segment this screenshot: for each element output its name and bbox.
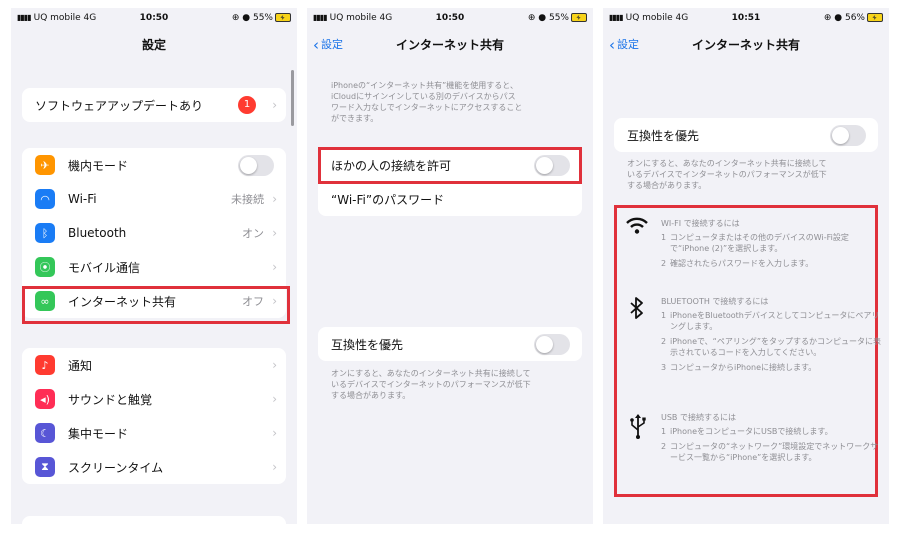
lock-icon: ● [538,13,547,23]
chevron-right-icon: › [272,460,277,474]
compat-toggle[interactable] [534,333,570,355]
wifi-instructions: WI-FI で接続するには 1 コンピュータまたはその他のデバイスのWi-Fi設定… [661,218,881,269]
settings-item-label: サウンドと触覚 [68,392,153,407]
list-item: 2 iPhoneで、“ペアリング”をタップするかコンピュータに表示されているコード… [661,337,881,357]
speaker-icon: ◂) [35,389,55,409]
compat-toggle[interactable] [830,124,866,146]
wifi-icon: ◠ [35,189,55,209]
status-bar: ▮▮▮▮ UQ mobile 4G 10:51 ⊕ ● 56% [603,8,889,30]
chevron-right-icon: › [272,192,277,206]
battery-icon [275,13,291,22]
moon-icon: ☾ [35,423,55,443]
usb-icon [629,412,647,445]
chevron-right-icon: › [272,358,277,372]
wifi-password-label: “Wi-Fi”のパスワード [331,192,445,207]
battery-percent: 55% [548,13,569,23]
list-item: 3 コンピュータからiPhoneに接続します。 [661,363,817,372]
nav-bar: ‹ 設定 インターネット共有 [307,34,593,54]
compat-label: 互換性を優先 [331,337,404,352]
next-group-peek [22,516,286,524]
software-update-row[interactable]: ソフトウェアアップデートあり 1 › [22,88,286,122]
battery-icon [867,13,883,22]
battery-icon [571,13,587,22]
section-heading: BLUETOOTH で接続するには [661,297,769,306]
settings-item-bluetooth[interactable]: ᛒ Bluetooth オン › [22,216,286,250]
section-heading: USB で接続するには [661,413,736,422]
status-bar: ▮▮▮▮ UQ mobile 4G 10:50 ⊕ ● 55% [11,8,297,30]
settings-item-value: 未接続 [231,193,264,206]
bell-icon: ♪ [35,355,55,375]
compat-group: 互換性を優先 [318,327,582,361]
hotspot-screen: ▮▮▮▮ UQ mobile 4G 10:50 ⊕ ● 55% ‹ 設定 インターネ… [307,8,593,524]
location-icon: ⊕ [231,13,240,23]
compat-label: 互換性を優先 [627,128,700,143]
list-item: 2 コンピュータの“ネットワーク”環境設定でネットワークサービス一覧から“iPho… [661,442,879,462]
bluetooth-instructions: BLUETOOTH で接続するには 1 iPhoneをBluetoothデバイスと… [661,296,881,373]
settings-item-label: 集中モード [68,426,129,441]
bluetooth-icon [629,296,645,325]
settings-item-label: Bluetooth [68,226,127,240]
settings-item-label: 機内モード [68,158,129,173]
settings-screen: ▮▮▮▮ UQ mobile 4G 10:50 ⊕ ● 55% 設定 ソフトウェア… [11,8,297,524]
bluetooth-icon: ᛒ [35,223,55,243]
settings-item-notifications[interactable]: ♪ 通知 › [22,348,286,382]
battery-percent: 56% [844,13,865,23]
software-update-label: ソフトウェアアップデートあり [35,98,204,113]
section-heading: WI-FI で接続するには [661,219,740,228]
page-title: インターネット共有 [395,38,504,52]
chevron-right-icon: › [272,260,277,274]
hotspot-instructions-screen: ▮▮▮▮ UQ mobile 4G 10:51 ⊕ ● 56% ‹ 設定 インターネ… [603,8,889,524]
antenna-icon: ⦿ [35,257,55,277]
status-bar: ▮▮▮▮ UQ mobile 4G 10:50 ⊕ ● 55% [307,8,593,30]
chevron-right-icon: › [272,426,277,440]
settings-item-airplane[interactable]: ✈ 機内モード [22,148,286,182]
notifications-group: ♪ 通知 › ◂) サウンドと触覚 › ☾ 集中モード › ⧗ スクリーンタイム… [22,348,286,484]
settings-item-label: スクリーンタイム [68,460,164,475]
battery-percent: 55% [252,13,273,23]
compat-row: 互換性を優先 [318,327,582,361]
location-icon: ⊕ [823,13,832,23]
scrollbar[interactable] [291,70,294,126]
hotspot-intro: iPhoneの“インターネット共有”機能を使用すると、 iCloudにサインイン… [331,81,523,123]
highlight-box [318,147,582,184]
compat-row: 互換性を優先 [614,118,878,152]
list-item: 1 iPhoneをBluetoothデバイスとしてコンピュータにペアリングします。 [661,311,880,331]
settings-item-label: 通知 [68,358,93,373]
airplane-icon: ✈ [35,155,55,175]
settings-item-label: Wi-Fi [68,192,97,206]
nav-bar: 設定 [11,34,297,54]
settings-item-mobile[interactable]: ⦿ モバイル通信 › [22,250,286,284]
usb-instructions: USB で接続するには 1 iPhoneをコンピュータにUSBで接続します。 2コ… [661,412,881,463]
chevron-right-icon: › [272,392,277,406]
chevron-right-icon: › [272,226,277,240]
highlight-box [22,286,290,324]
compat-note: オンにすると、あなたのインターネット共有に接続して いるデバイスでインターネット… [627,159,827,190]
settings-item-label: モバイル通信 [68,260,141,275]
lock-icon: ● [242,13,251,23]
settings-item-sounds[interactable]: ◂) サウンドと触覚 › [22,382,286,416]
compat-group: 互換性を優先 [614,118,878,152]
software-update-card: ソフトウェアアップデートあり 1 › [22,88,286,122]
settings-item-value: オン [242,227,264,240]
page-title: インターネット共有 [691,38,800,52]
list-item: 1 コンピュータまたはその他のデバイスのWi-Fi設定で“iPhone (2)”を… [661,233,849,253]
update-badge: 1 [238,96,256,114]
list-item: 1 iPhoneをコンピュータにUSBで接続します。 [661,427,833,436]
compat-note: オンにすると、あなたのインターネット共有に接続して いるデバイスでインターネット… [331,369,531,400]
page-title: 設定 [141,38,166,52]
lock-icon: ● [834,13,843,23]
list-item: 2 確認されたらパスワードを入力します。 [661,259,814,268]
airplane-toggle[interactable] [238,154,274,176]
wifi-password-row[interactable]: “Wi-Fi”のパスワード [318,182,582,216]
wifi-icon [625,216,649,241]
settings-item-focus[interactable]: ☾ 集中モード › [22,416,286,450]
chevron-right-icon: › [272,98,277,112]
settings-item-screentime[interactable]: ⧗ スクリーンタイム › [22,450,286,484]
location-icon: ⊕ [527,13,536,23]
nav-bar: ‹ 設定 インターネット共有 [603,34,889,54]
hourglass-icon: ⧗ [35,457,55,477]
settings-item-wifi[interactable]: ◠ Wi-Fi 未接続 › [22,182,286,216]
